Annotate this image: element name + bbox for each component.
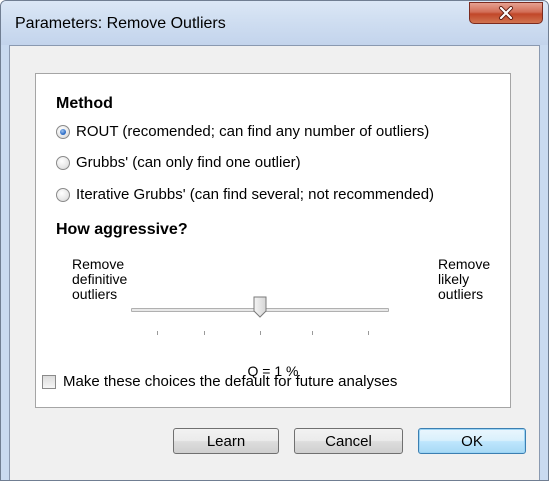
slider-tick xyxy=(368,331,369,335)
slider-left-label-line: outliers xyxy=(72,286,118,302)
cancel-button[interactable]: Cancel xyxy=(294,428,403,454)
default-choices-option[interactable]: Make these choices the default for futur… xyxy=(42,373,397,390)
aggressive-heading: How aggressive? xyxy=(56,221,188,238)
slider-thumb[interactable] xyxy=(253,296,267,318)
slider-tick xyxy=(312,331,313,335)
default-choices-label: Make these choices the default for futur… xyxy=(63,373,398,390)
window-title: Parameters: Remove Outliers xyxy=(15,15,226,32)
default-choices-checkbox[interactable] xyxy=(42,374,56,389)
slider-left-label: Remove definitive outliers xyxy=(72,257,127,302)
title-bar[interactable]: Parameters: Remove Outliers xyxy=(1,1,548,45)
ok-button[interactable]: OK xyxy=(418,428,526,454)
slider-right-label-line: Remove xyxy=(438,256,491,272)
close-button[interactable] xyxy=(469,2,543,24)
radio-button-iterative-grubbs[interactable] xyxy=(56,187,70,202)
slider-left-label-line: Remove xyxy=(72,256,125,272)
radio-label-rout: ROUT (recomended; can find any number of… xyxy=(76,123,430,140)
radio-button-rout[interactable] xyxy=(56,124,70,139)
close-icon xyxy=(499,6,513,20)
radio-option-grubbs[interactable]: Grubbs' (can only find one outlier) xyxy=(56,154,301,171)
slider-right-label-line: likely xyxy=(438,271,470,287)
radio-label-iterative-grubbs: Iterative Grubbs' (can find several; not… xyxy=(76,186,435,203)
slider-tick xyxy=(260,331,261,335)
radio-button-grubbs[interactable] xyxy=(56,155,70,170)
slider-tick xyxy=(157,331,158,335)
slider-right-label: Remove likely outliers xyxy=(438,257,490,302)
dialog-body: Method ROUT (recomended; can find any nu… xyxy=(9,45,540,480)
method-heading: Method xyxy=(56,95,113,112)
learn-button[interactable]: Learn xyxy=(173,428,279,454)
slider-right-label-line: outliers xyxy=(438,286,484,302)
radio-option-iterative-grubbs[interactable]: Iterative Grubbs' (can find several; not… xyxy=(56,186,434,203)
options-panel: Method ROUT (recomended; can find any nu… xyxy=(35,73,511,408)
radio-label-grubbs: Grubbs' (can only find one outlier) xyxy=(76,154,301,171)
dialog-window: Parameters: Remove Outliers Method ROUT … xyxy=(0,0,549,481)
slider-left-label-line: definitive xyxy=(72,271,128,287)
radio-option-rout[interactable]: ROUT (recomended; can find any number of… xyxy=(56,123,429,140)
slider-tick xyxy=(204,331,205,335)
